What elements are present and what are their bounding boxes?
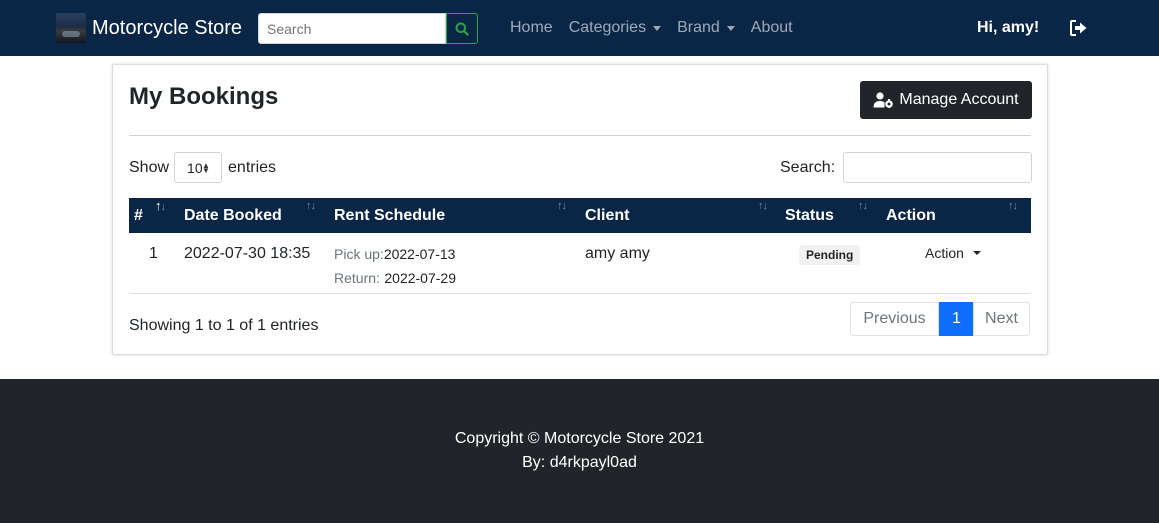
user-greeting[interactable]: Hi, amy!: [977, 19, 1039, 37]
chevron-down-icon: [972, 251, 981, 255]
cell-pickup: Pick up:2022-07-13: [334, 246, 455, 264]
return-date: 2022-07-29: [384, 270, 456, 286]
col-header-status-label: Status: [785, 207, 834, 224]
table-header: # ↑↓ Date Booked ↑↓ Rent Schedule ↑↓ Cli…: [129, 198, 1031, 233]
search-icon: [455, 22, 469, 36]
brand-name: Motorcycle Store: [92, 16, 243, 39]
sort-icon: ↑↓: [858, 200, 868, 212]
nav-brand-label: Brand: [677, 19, 720, 36]
cell-number: 1: [149, 245, 158, 262]
divider: [129, 135, 1031, 136]
entries-label: entries: [228, 158, 277, 176]
chevron-down-icon: [726, 25, 735, 31]
page-title: My Bookings: [129, 83, 279, 110]
sort-icon: ↑↓: [1008, 200, 1018, 212]
entries-length-control: Show 10 ▲ ▼ entries: [129, 152, 276, 183]
sort-icon: ↑↓: [557, 200, 567, 212]
user-gear-icon: [873, 92, 894, 108]
nav-links: Home Categories Brand About: [502, 0, 801, 56]
entries-select[interactable]: 10 ▲ ▼: [174, 152, 223, 183]
manage-account-button[interactable]: Manage Account: [860, 81, 1032, 119]
col-header-rent-schedule-label: Rent Schedule: [334, 207, 446, 224]
table-search-label: Search:: [780, 158, 836, 176]
pickup-label: Pick up:: [334, 246, 384, 262]
sort-asc-icon: ↑↓: [155, 198, 166, 213]
show-label: Show: [129, 158, 170, 176]
col-header-date-booked-label: Date Booked: [184, 207, 282, 224]
action-dropdown-button[interactable]: Action: [925, 245, 981, 261]
status-badge: Pending: [799, 245, 861, 265]
col-header-status[interactable]: Status: [785, 198, 834, 233]
pagination: Previous 1 Next: [850, 302, 1030, 336]
pickup-date: 2022-07-13: [383, 246, 456, 262]
table-search-input[interactable]: [843, 152, 1033, 183]
pagination-page-1[interactable]: 1: [939, 302, 974, 336]
col-header-action[interactable]: Action: [886, 198, 936, 233]
brand-logo: [56, 13, 86, 43]
chevron-down-icon: [653, 25, 662, 31]
sort-icon: ↑↓: [306, 200, 316, 212]
cell-return: Return: 2022-07-29: [334, 270, 456, 288]
table-search: Search:: [780, 152, 1033, 183]
col-header-date-booked[interactable]: Date Booked: [184, 198, 282, 233]
col-header-number[interactable]: #: [134, 198, 143, 233]
logout-icon[interactable]: [1070, 20, 1088, 36]
col-header-number-label: #: [134, 207, 143, 224]
cell-client: amy amy: [585, 245, 650, 262]
table-row: 1 2022-07-30 18:35 Pick up:2022-07-13 Re…: [129, 233, 1031, 294]
search-input[interactable]: [258, 13, 446, 44]
navbar-search-form: [258, 13, 478, 44]
manage-account-label: Manage Account: [899, 91, 1019, 108]
col-header-client[interactable]: Client: [585, 198, 629, 233]
col-header-action-label: Action: [886, 207, 936, 224]
col-header-client-label: Client: [585, 207, 630, 224]
footer: Copyright © Motorcycle Store 2021 By: d4…: [0, 379, 1159, 523]
entries-select-value: 10: [187, 159, 203, 176]
table-info: Showing 1 to 1 of 1 entries: [129, 317, 319, 334]
nav-home[interactable]: Home: [502, 19, 561, 37]
nav-about[interactable]: About: [743, 19, 801, 37]
sort-icon: ↑↓: [758, 200, 768, 212]
pagination-previous[interactable]: Previous: [850, 302, 939, 336]
cell-date-booked: 2022-07-30 18:35: [184, 245, 311, 262]
footer-copyright: Copyright © Motorcycle Store 2021: [454, 430, 705, 447]
nav-brand-dropdown[interactable]: Brand: [669, 19, 743, 37]
brand-link[interactable]: Motorcycle Store: [56, 13, 242, 43]
select-arrows-icon: ▲ ▼: [202, 161, 210, 175]
nav-categories-dropdown[interactable]: Categories: [561, 19, 669, 37]
pagination-next[interactable]: Next: [973, 302, 1030, 336]
bookings-card: My Bookings Manage Account Show 10 ▲ ▼ en…: [112, 64, 1048, 355]
action-label: Action: [925, 245, 964, 261]
search-button[interactable]: [446, 13, 478, 44]
nav-categories-label: Categories: [568, 19, 647, 36]
footer-author: By: d4rkpayl0ad: [522, 454, 637, 471]
col-header-rent-schedule[interactable]: Rent Schedule: [334, 198, 445, 233]
navbar: Motorcycle Store Home Categories Brand A…: [0, 0, 1159, 56]
return-label: Return:: [334, 270, 380, 286]
